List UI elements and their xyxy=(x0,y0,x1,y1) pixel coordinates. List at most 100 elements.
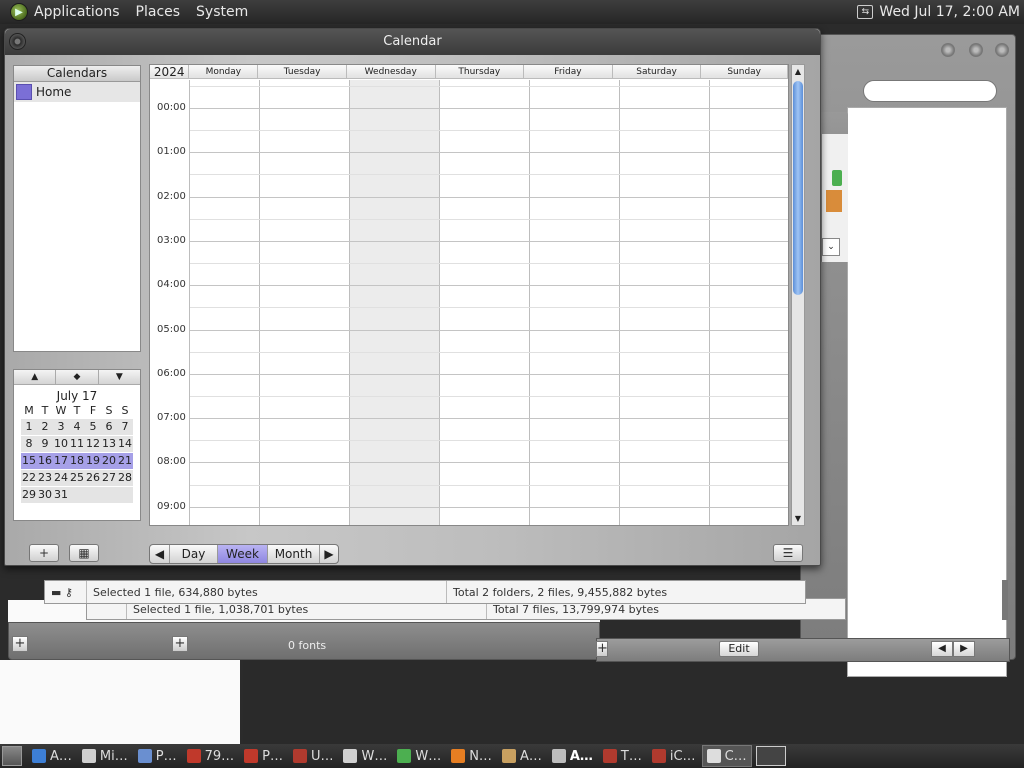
day-header[interactable]: Thursday xyxy=(436,65,525,78)
menu-system[interactable]: System xyxy=(196,4,248,20)
close-window-icon[interactable] xyxy=(9,33,26,50)
menu-applications[interactable]: Applications xyxy=(34,4,120,20)
day-column-today[interactable] xyxy=(350,80,440,525)
taskbar-item[interactable]: P… xyxy=(240,745,287,767)
previous-month-icon[interactable]: ▲ xyxy=(14,370,57,384)
next-arrow-button[interactable]: ▶ xyxy=(953,641,975,657)
network-icon[interactable]: ⇆ xyxy=(857,5,874,19)
taskbar-item[interactable]: C… xyxy=(701,745,752,767)
day-cell[interactable]: 8 xyxy=(21,436,37,452)
add-collection-button[interactable]: + xyxy=(172,636,188,652)
day-header[interactable]: Monday xyxy=(189,65,259,78)
day-cell[interactable]: 24 xyxy=(53,470,69,486)
taskbar-item[interactable]: W… xyxy=(393,745,445,767)
scrollbar-thumb[interactable] xyxy=(793,81,803,295)
window-button-icon[interactable] xyxy=(969,43,983,57)
add-font-button[interactable]: + xyxy=(12,636,28,652)
panel-clock[interactable]: Wed Jul 17, 2:00 AM xyxy=(879,4,1020,20)
calendar-grid-button[interactable]: ▦ xyxy=(69,544,99,562)
day-cell[interactable]: 11 xyxy=(69,436,85,452)
half-hour-line xyxy=(190,307,788,309)
taskbar-item[interactable]: iC… xyxy=(648,745,700,767)
day-cell[interactable]: 19 xyxy=(85,453,101,469)
today-icon[interactable]: ◆ xyxy=(56,370,99,384)
view-month-button[interactable]: Month xyxy=(268,545,320,563)
background-search-input[interactable] xyxy=(863,80,997,102)
week-body[interactable]: 00:00 01:00 02:00 03:00 04:00 05:00 06:00 07:00… xyxy=(150,80,788,525)
day-column[interactable] xyxy=(710,80,788,525)
day-header[interactable]: Wednesday xyxy=(347,65,436,78)
day-cell[interactable]: 23 xyxy=(37,470,53,486)
taskbar-item[interactable]: Mi… xyxy=(78,745,132,767)
day-cell[interactable]: 2 xyxy=(37,419,53,435)
day-cell[interactable]: 25 xyxy=(69,470,85,486)
day-column[interactable] xyxy=(530,80,620,525)
day-cell[interactable]: 17 xyxy=(53,453,69,469)
day-cell[interactable]: 14 xyxy=(117,436,133,452)
day-cell[interactable]: 1 xyxy=(21,419,37,435)
taskbar-item[interactable]: U… xyxy=(289,745,338,767)
taskbar-item[interactable]: T… xyxy=(599,745,646,767)
day-cell[interactable]: 31 xyxy=(53,487,69,503)
taskbar-item[interactable]: A… xyxy=(28,745,76,767)
day-cell[interactable]: 22 xyxy=(21,470,37,486)
distro-logo-icon[interactable]: ▶ xyxy=(10,3,28,21)
week-scrollbar[interactable]: ▲ ▼ xyxy=(791,64,805,526)
window-button-icon[interactable] xyxy=(995,43,1009,57)
window-button-icon[interactable] xyxy=(941,43,955,57)
day-header[interactable]: Friday xyxy=(524,65,613,78)
calendar-titlebar[interactable]: Calendar xyxy=(5,29,820,55)
day-cell[interactable]: 4 xyxy=(69,419,85,435)
day-column[interactable] xyxy=(260,80,350,525)
taskbar-item[interactable]: N… xyxy=(447,745,496,767)
day-cell[interactable]: 29 xyxy=(21,487,37,503)
day-cell[interactable]: 5 xyxy=(85,419,101,435)
day-header[interactable]: Tuesday xyxy=(258,65,347,78)
day-header[interactable]: Saturday xyxy=(613,65,702,78)
scroll-down-icon[interactable]: ▼ xyxy=(792,512,804,525)
day-cell[interactable]: 21 xyxy=(117,453,133,469)
workspace-switcher[interactable] xyxy=(755,746,786,766)
file-manager-statusbar-front: ▬ ⚷ Selected 1 file, 634,880 bytes Total… xyxy=(44,580,806,604)
day-cell[interactable]: 30 xyxy=(37,487,53,503)
list-view-button[interactable]: ☰ xyxy=(773,544,803,562)
day-cell[interactable]: 9 xyxy=(37,436,53,452)
taskbar-item[interactable]: A… xyxy=(498,745,546,767)
scroll-up-icon[interactable]: ▲ xyxy=(792,65,804,78)
background-scrollbar[interactable] xyxy=(1002,580,1008,620)
menu-places[interactable]: Places xyxy=(136,4,181,20)
day-cell[interactable]: 3 xyxy=(53,419,69,435)
chevron-down-icon[interactable]: ⌄ xyxy=(822,238,840,256)
previous-period-button[interactable]: ◀ xyxy=(150,545,170,563)
day-column[interactable] xyxy=(190,80,260,525)
day-cell[interactable]: 18 xyxy=(69,453,85,469)
day-cell[interactable]: 6 xyxy=(101,419,117,435)
day-cell[interactable]: 10 xyxy=(53,436,69,452)
edit-button[interactable]: Edit xyxy=(719,641,759,657)
taskbar-item[interactable]: 79… xyxy=(183,745,239,767)
taskbar-item[interactable]: P… xyxy=(134,745,181,767)
day-cell[interactable]: 13 xyxy=(101,436,117,452)
day-header[interactable]: Sunday xyxy=(701,65,788,78)
next-month-icon[interactable]: ▼ xyxy=(99,370,140,384)
view-day-button[interactable]: Day xyxy=(170,545,218,563)
day-cell[interactable]: 28 xyxy=(117,470,133,486)
add-button[interactable]: + xyxy=(596,641,608,657)
taskbar-item[interactable]: W… xyxy=(339,745,391,767)
add-event-button[interactable]: + xyxy=(29,544,59,562)
day-cell[interactable]: 15 xyxy=(21,453,37,469)
day-cell[interactable]: 12 xyxy=(85,436,101,452)
day-cell[interactable]: 27 xyxy=(101,470,117,486)
day-cell[interactable]: 16 xyxy=(37,453,53,469)
day-cell[interactable]: 7 xyxy=(117,419,133,435)
day-column[interactable] xyxy=(620,80,710,525)
taskbar-item[interactable]: A… xyxy=(548,745,597,767)
calendar-item-home[interactable]: Home xyxy=(14,82,140,102)
previous-arrow-button[interactable]: ◀ xyxy=(931,641,953,657)
show-desktop-icon[interactable] xyxy=(2,746,22,766)
day-cell[interactable]: 20 xyxy=(101,453,117,469)
next-period-button[interactable]: ▶ xyxy=(320,545,338,563)
view-week-button[interactable]: Week xyxy=(218,545,268,563)
day-cell[interactable]: 26 xyxy=(85,470,101,486)
day-column[interactable] xyxy=(440,80,530,525)
